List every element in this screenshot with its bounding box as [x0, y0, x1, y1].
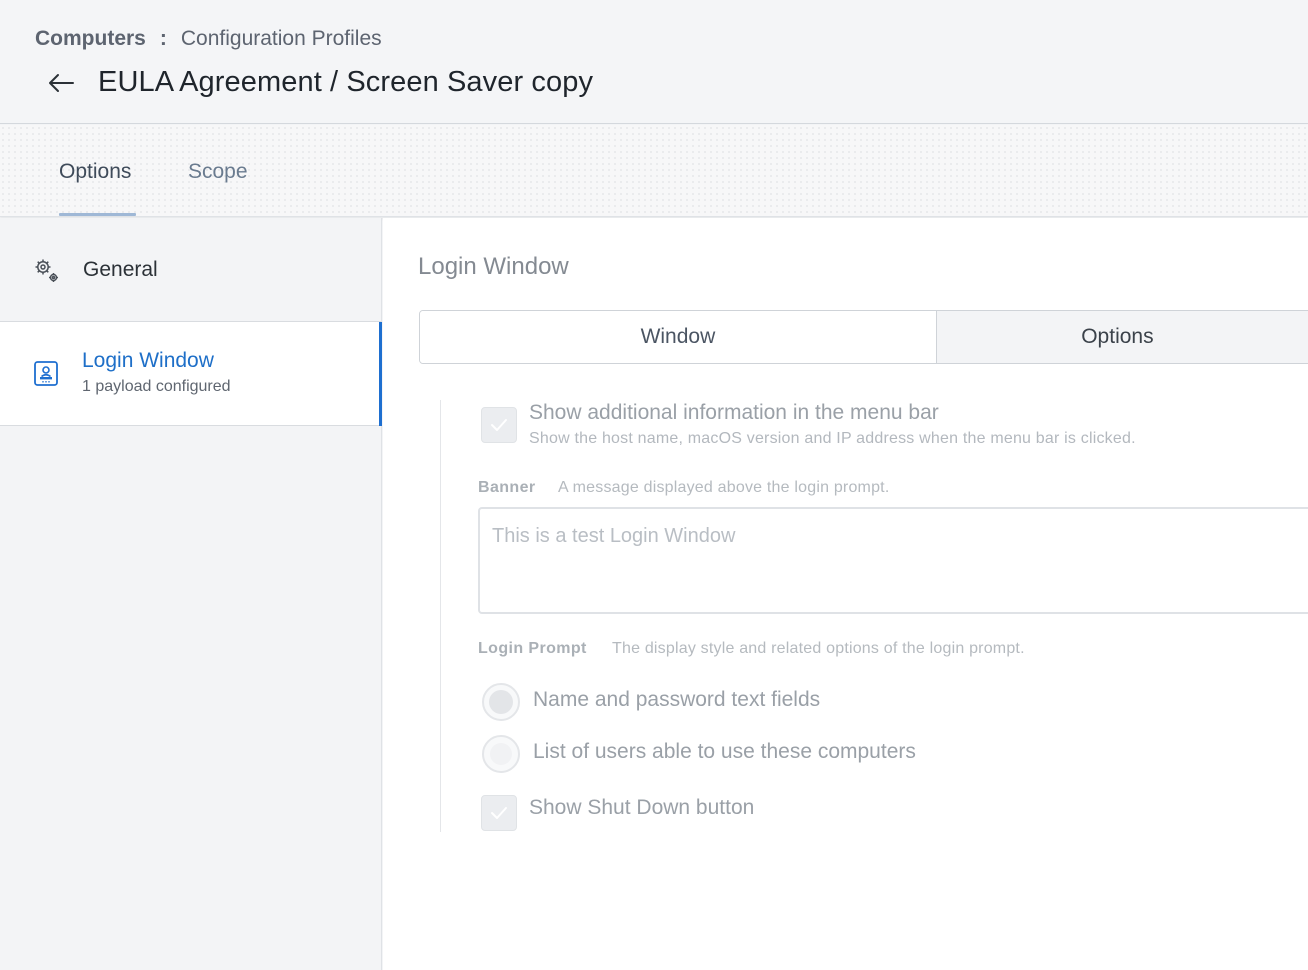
- checkmark-icon: [491, 419, 507, 431]
- shutdown-label: Show Shut Down button: [529, 796, 755, 819]
- menu-bar-info-label: Show additional information in the menu …: [529, 401, 939, 424]
- radio-list-users-label: List of users able to use these computer…: [533, 740, 916, 763]
- sidebar-item-label: General: [83, 258, 158, 281]
- tab-options[interactable]: Options: [59, 159, 131, 185]
- login-prompt-help: The display style and related options of…: [612, 640, 1025, 657]
- radio-empty-dot: [490, 743, 512, 765]
- banner-help: A message displayed above the login prom…: [558, 479, 890, 496]
- active-tab-indicator: [59, 213, 136, 216]
- shutdown-checkbox[interactable]: [481, 795, 517, 831]
- active-item-indicator: [379, 322, 382, 426]
- breadcrumb-configuration-profiles[interactable]: Configuration Profiles: [181, 27, 382, 51]
- breadcrumb-computers[interactable]: Computers: [35, 27, 146, 51]
- radio-name-password-label: Name and password text fields: [533, 688, 821, 711]
- banner-label: Banner: [478, 479, 536, 496]
- payload-sidebar: General Login Window 1 payload configure…: [0, 218, 382, 970]
- payload-editor: Login Window Window Options Show additio…: [383, 218, 1308, 970]
- arrow-left-icon: [49, 74, 74, 92]
- sidebar-item-general[interactable]: General: [0, 218, 381, 322]
- login-window-icon: [33, 360, 59, 388]
- sidebar-item-login-window[interactable]: Login Window 1 payload configured: [0, 322, 382, 426]
- payload-settings: Show additional information in the menu …: [440, 400, 1308, 832]
- login-prompt-label: Login Prompt: [478, 640, 587, 657]
- sidebar-item-label: Login Window: [82, 349, 214, 372]
- menu-bar-info-help: Show the host name, macOS version and IP…: [529, 430, 1136, 447]
- banner-textarea[interactable]: This is a test Login Window: [478, 507, 1308, 614]
- sidebar-item-subtitle: 1 payload configured: [82, 378, 231, 395]
- breadcrumb: Computers : Configuration Profiles: [35, 27, 382, 51]
- segment-window[interactable]: Window: [420, 311, 937, 363]
- breadcrumb-separator: :: [159, 27, 167, 50]
- tab-bar: Options Scope: [0, 125, 1308, 217]
- radio-list-users[interactable]: [482, 735, 520, 773]
- checkmark-icon: [491, 807, 507, 819]
- banner-text: This is a test Login Window: [492, 525, 736, 547]
- page-title: EULA Agreement / Screen Saver copy: [98, 66, 594, 98]
- back-button[interactable]: [44, 68, 78, 98]
- menu-bar-info-checkbox[interactable]: [481, 407, 517, 443]
- section-title: Login Window: [418, 253, 569, 280]
- radio-selected-dot: [489, 690, 513, 714]
- segment-options[interactable]: Options: [936, 311, 1308, 363]
- tab-scope[interactable]: Scope: [188, 159, 248, 185]
- radio-name-password[interactable]: [482, 683, 520, 721]
- page-header: Computers : Configuration Profiles EULA …: [0, 0, 1308, 124]
- segmented-control: Window Options: [419, 310, 1308, 364]
- gear-icon: [34, 258, 60, 284]
